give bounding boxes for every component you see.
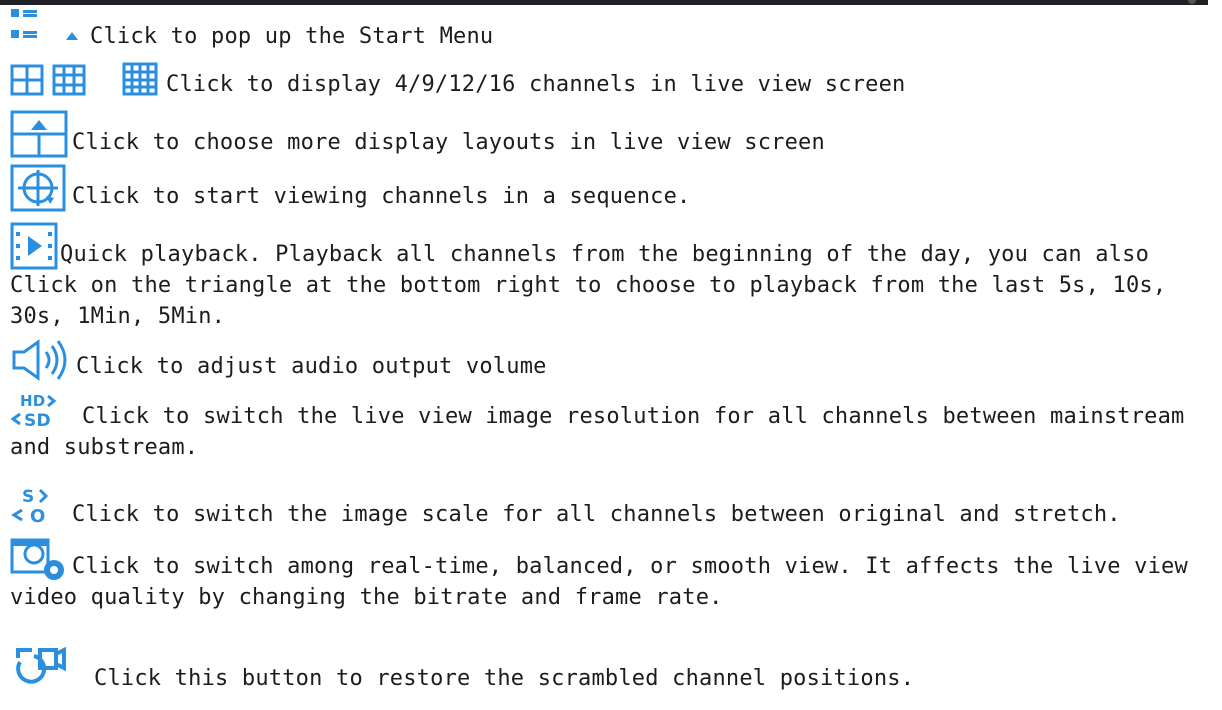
entry-channel-grids: Click to display 4/9/12/16 channels in l… [10, 58, 1222, 100]
svg-text:SD: SD [24, 411, 51, 431]
entry-text: Click to switch the live view image reso… [10, 404, 1198, 460]
entry-volume: Click to adjust audio output volume [10, 338, 1222, 382]
scale-switch-icon[interactable]: S O [10, 486, 72, 530]
restore-positions-icon[interactable] [10, 644, 94, 694]
top-toolbar-strip [0, 0, 1208, 5]
toolbar-edge-icon [1188, 0, 1196, 4]
entry-sequence: Click to start viewing channels in a seq… [10, 164, 1222, 212]
start-menu-icon[interactable] [10, 8, 90, 52]
svg-text:HD: HD [20, 392, 45, 410]
svg-text:O: O [30, 506, 46, 527]
entry-start-menu: Click to pop up the Start Menu [10, 8, 1222, 52]
entry-hd-sd: HD SD Click to switch the live view imag… [10, 392, 1222, 463]
entry-scale: S O Click to switch the image scale for … [10, 486, 1222, 530]
layout-icon[interactable] [10, 110, 72, 158]
entry-view-mode: Click to switch among real-time, balance… [10, 536, 1222, 613]
view-mode-icon[interactable] [10, 536, 72, 582]
quick-playback-icon[interactable] [10, 222, 60, 270]
sequence-icon[interactable] [10, 164, 72, 212]
entry-text: Click to start viewing channels in a seq… [72, 184, 691, 209]
entry-text: Click to adjust audio output volume [76, 354, 547, 379]
entry-text: Click to pop up the Start Menu [90, 24, 494, 49]
entry-text: Click to choose more display layouts in … [72, 130, 825, 155]
svg-text:S: S [22, 487, 34, 507]
multi-channel-grid-icons [10, 58, 166, 100]
volume-icon[interactable] [10, 338, 76, 382]
entry-restore: Click this button to restore the scrambl… [10, 644, 1222, 694]
entry-text: Click to display 4/9/12/16 channels in l… [166, 72, 906, 97]
entry-text: Click to switch the image scale for all … [72, 502, 1121, 527]
entry-layout: Click to choose more display layouts in … [10, 110, 1222, 158]
entry-text: Quick playback. Playback all channels fr… [10, 242, 1180, 329]
entry-text: Click this button to restore the scrambl… [94, 666, 915, 691]
entry-text: Click to switch among real-time, balance… [10, 554, 1202, 610]
entry-quick-playback: Quick playback. Playback all channels fr… [10, 222, 1222, 332]
hd-sd-switch-icon[interactable]: HD SD [10, 392, 82, 432]
